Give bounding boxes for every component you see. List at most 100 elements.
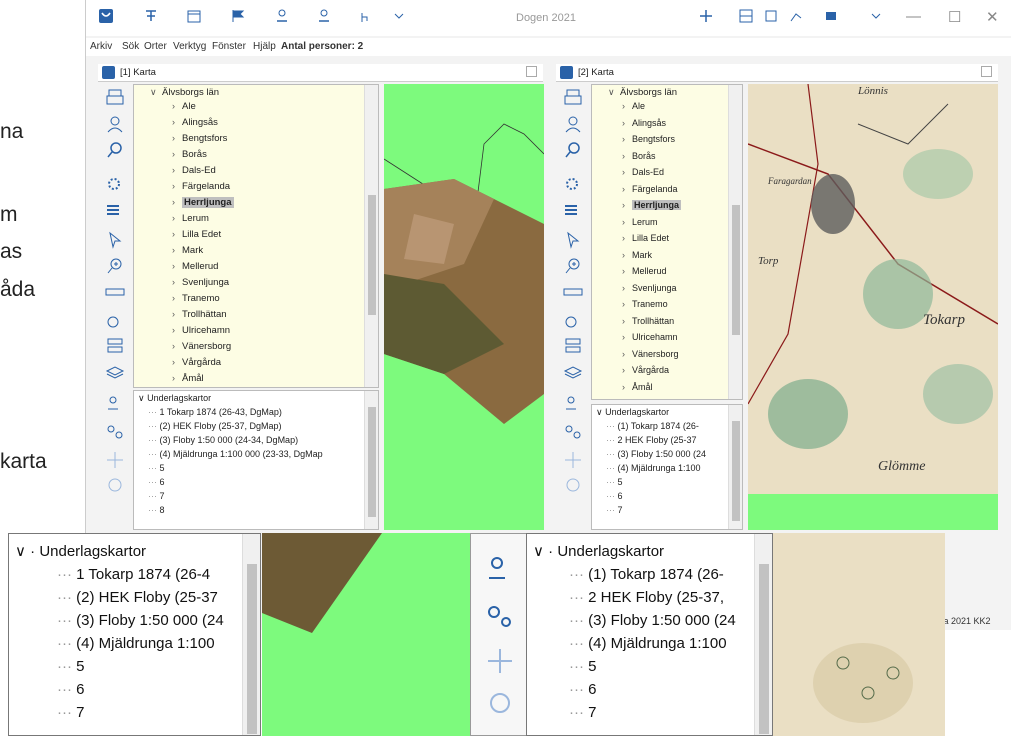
underlag-item[interactable]: ··· (4) Mjäldrunga 1:100 bbox=[57, 635, 215, 652]
underlag-item[interactable]: ··· 1 Tokarp 1874 (26-43, DgMap) bbox=[148, 407, 282, 417]
layer-icon[interactable] bbox=[821, 8, 841, 28]
person-alt-icon[interactable] bbox=[314, 8, 334, 28]
underlag-item[interactable]: ··· (3) Floby 1:50 000 (24 bbox=[606, 449, 706, 459]
list-icon[interactable] bbox=[104, 200, 126, 222]
underlag-item[interactable]: ··· 6 bbox=[148, 477, 165, 487]
search-person-icon[interactable] bbox=[562, 114, 584, 136]
underlag-item[interactable]: ··· 2 HEK Floby (25-37, bbox=[569, 589, 724, 606]
hand-icon[interactable] bbox=[354, 8, 374, 28]
scroll-thumb[interactable] bbox=[247, 564, 257, 734]
map-view-right[interactable]: Lönnis Faragardan Torp Tokarp Glömme bbox=[748, 84, 998, 530]
underlag-header[interactable]: ∨ Underlagskartor bbox=[138, 393, 211, 404]
underlag-item[interactable]: ··· (4) Mjäldrunga 1:100 000 (23-33, DgM… bbox=[148, 449, 323, 459]
print-icon[interactable] bbox=[104, 88, 126, 110]
underlag-item[interactable]: ··· (2) HEK Floby (25-37 bbox=[57, 589, 218, 606]
map-pan-icon[interactable] bbox=[562, 450, 584, 472]
underlag-item[interactable]: ··· 1 Tokarp 1874 (26-4 bbox=[57, 566, 210, 583]
underlag-item[interactable]: ··· 5 bbox=[606, 477, 623, 487]
list-icon[interactable] bbox=[562, 200, 584, 222]
menu-fonster[interactable]: Fönster bbox=[212, 41, 246, 52]
vertical-scrollbar[interactable] bbox=[364, 391, 378, 529]
scroll-thumb[interactable] bbox=[732, 205, 740, 335]
menu-sok[interactable]: Sök bbox=[122, 41, 139, 52]
vertical-scrollbar[interactable] bbox=[364, 85, 378, 387]
dropdown-chevron-icon[interactable] bbox=[389, 8, 409, 28]
underlag-item[interactable]: ··· 7 bbox=[57, 704, 85, 721]
underlag-item[interactable]: ··· (3) Floby 1:50 000 (24 bbox=[569, 612, 736, 629]
calendar-icon[interactable] bbox=[184, 8, 204, 28]
gear-icon[interactable] bbox=[104, 174, 126, 196]
underlag-item[interactable]: ··· 2 HEK Floby (25-37 bbox=[606, 435, 697, 445]
underlag-item[interactable]: ··· (3) Floby 1:50 000 (24-34, DgMap) bbox=[148, 435, 298, 445]
underlag-item[interactable]: ··· 6 bbox=[57, 681, 85, 698]
person-marker-icon[interactable] bbox=[483, 554, 517, 588]
menu-hjalp[interactable]: Hjälp bbox=[253, 41, 276, 52]
route-icon[interactable] bbox=[562, 422, 584, 444]
scroll-thumb[interactable] bbox=[732, 421, 740, 521]
route-icon[interactable] bbox=[104, 422, 126, 444]
globe-icon[interactable] bbox=[562, 476, 584, 498]
pointer-icon[interactable] bbox=[104, 230, 126, 252]
pointer-icon[interactable] bbox=[562, 230, 584, 252]
menu-verktyg[interactable]: Verktyg bbox=[173, 41, 206, 52]
dropdown-chevron-icon[interactable] bbox=[866, 8, 886, 28]
route-icon[interactable] bbox=[483, 602, 517, 636]
move-icon[interactable] bbox=[696, 8, 716, 28]
search-icon[interactable] bbox=[104, 140, 126, 162]
person-icon[interactable] bbox=[272, 8, 292, 28]
vertical-scrollbar[interactable] bbox=[242, 534, 260, 735]
tree-icon[interactable] bbox=[141, 8, 161, 28]
underlag-item[interactable]: ··· 6 bbox=[569, 681, 597, 698]
flag-icon[interactable] bbox=[228, 8, 248, 28]
search-person-icon[interactable] bbox=[104, 114, 126, 136]
location-icon[interactable] bbox=[104, 310, 126, 332]
location-icon[interactable] bbox=[562, 310, 584, 332]
menu-orter[interactable]: Orter bbox=[144, 41, 167, 52]
underlag-item[interactable]: ··· 7 bbox=[148, 491, 165, 501]
layers-icon[interactable] bbox=[104, 362, 126, 384]
person-marker-icon[interactable] bbox=[104, 394, 126, 416]
globe-icon[interactable] bbox=[104, 476, 126, 498]
zoom-in-icon[interactable] bbox=[104, 256, 126, 278]
underlag-item[interactable]: ··· (1) Tokarp 1874 (26- bbox=[569, 566, 724, 583]
panel-maximize-icon[interactable] bbox=[981, 66, 992, 77]
vertical-scrollbar[interactable] bbox=[728, 405, 742, 529]
layers-icon[interactable] bbox=[562, 362, 584, 384]
underlag-header[interactable]: ∨ · Underlagskartor bbox=[533, 542, 664, 560]
vertical-scrollbar[interactable] bbox=[754, 534, 772, 735]
underlag-item[interactable]: ··· 6 bbox=[606, 491, 623, 501]
underlag-item[interactable]: ··· 8 bbox=[148, 505, 165, 515]
ruler-icon[interactable] bbox=[562, 282, 584, 304]
panel-maximize-icon[interactable] bbox=[526, 66, 537, 77]
underlag-item[interactable]: ··· (1) Tokarp 1874 (26- bbox=[606, 421, 699, 431]
underlag-item[interactable]: ··· 7 bbox=[606, 505, 623, 515]
underlag-header[interactable]: ∨ · Underlagskartor bbox=[15, 542, 146, 560]
map-pan-icon[interactable] bbox=[483, 646, 517, 680]
signpost-icon[interactable] bbox=[562, 336, 584, 358]
underlag-item[interactable]: ··· (4) Mjäldrunga 1:100 bbox=[606, 463, 701, 473]
search-icon[interactable] bbox=[562, 140, 584, 162]
underlag-header[interactable]: ∨ Underlagskartor bbox=[596, 407, 669, 418]
signpost-icon[interactable] bbox=[104, 336, 126, 358]
globe-icon[interactable] bbox=[483, 690, 517, 724]
menu-arkiv[interactable]: Arkiv bbox=[90, 41, 112, 52]
minimize-icon[interactable]: — bbox=[906, 8, 921, 25]
underlag-item[interactable]: ··· 5 bbox=[148, 463, 165, 473]
print-preview-icon[interactable] bbox=[761, 8, 781, 28]
underlag-item[interactable]: ··· (2) HEK Floby (25-37, DgMap) bbox=[148, 421, 282, 431]
draw-icon[interactable] bbox=[786, 8, 806, 28]
grid-icon[interactable] bbox=[736, 8, 756, 28]
ruler-icon[interactable] bbox=[104, 282, 126, 304]
person-marker-icon[interactable] bbox=[562, 394, 584, 416]
maximize-icon[interactable]: ☐ bbox=[948, 8, 961, 26]
underlag-item[interactable]: ··· 7 bbox=[569, 704, 597, 721]
underlag-item[interactable]: ··· (3) Floby 1:50 000 (24 bbox=[57, 612, 224, 629]
scroll-thumb[interactable] bbox=[368, 407, 376, 517]
scroll-thumb[interactable] bbox=[759, 564, 769, 734]
print-icon[interactable] bbox=[562, 88, 584, 110]
gear-icon[interactable] bbox=[562, 174, 584, 196]
scroll-thumb[interactable] bbox=[368, 195, 376, 315]
underlag-item[interactable]: ··· 5 bbox=[569, 658, 597, 675]
map-view-left[interactable] bbox=[384, 84, 544, 530]
zoom-in-icon[interactable] bbox=[562, 256, 584, 278]
